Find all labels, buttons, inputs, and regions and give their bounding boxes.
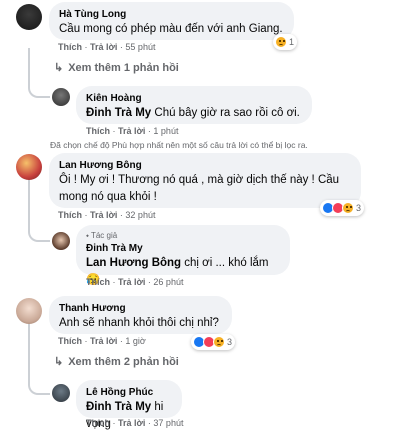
tagged-user[interactable]: Lan Hương Bông — [86, 257, 181, 269]
like-link[interactable]: Thích — [86, 277, 110, 287]
commenter-name[interactable]: Lan Hương Bông — [59, 159, 351, 172]
timestamp[interactable]: 55 phút — [125, 42, 155, 52]
sad-reaction-icon — [342, 202, 354, 214]
timestamp[interactable]: 1 giờ — [125, 336, 145, 346]
author-badge: ⬩ Tác giả — [86, 231, 118, 240]
comment-text: Anh sẽ nhanh khỏi thôi chị nhỉ? — [59, 317, 219, 329]
avatar[interactable] — [16, 298, 42, 324]
reply-actions: Thích · Trả lời · 37 phút — [86, 418, 184, 428]
comment-text: Ôi ! My ơi ! Thương nó quá , mà giờ dịch… — [59, 174, 340, 203]
reply-text: Đinh Trà My Chú bây giờ ra sao rồi cô ơi… — [86, 107, 300, 119]
reply-actions: Thích · Trả lời · 26 phút — [86, 277, 184, 287]
comment-text: Cầu mong có phép màu đến với anh Giang. — [59, 23, 283, 35]
thread-connector — [28, 363, 50, 395]
like-link[interactable]: Thích — [86, 418, 110, 428]
comment-actions: Thích · Trả lời · 1 giờ — [58, 336, 146, 346]
timestamp[interactable]: 32 phút — [125, 210, 155, 220]
reply-link[interactable]: Trả lời — [90, 42, 117, 52]
reply-arrow-icon: ↳ — [54, 62, 64, 74]
avatar[interactable] — [52, 384, 70, 402]
filter-note: Đã chọn chế độ Phù hợp nhất nên một số c… — [50, 140, 308, 150]
like-link[interactable]: Thích — [58, 210, 82, 220]
comment-bubble: Lan Hương Bông Ôi ! My ơi ! Thương nó qu… — [49, 153, 361, 208]
comment-bubble: Thanh Hương Anh sẽ nhanh khỏi thôi chị n… — [49, 296, 232, 334]
reply-link[interactable]: Trả lời — [118, 418, 145, 428]
reply-actions: Thích · Trả lời · 1 phút — [86, 126, 179, 136]
reaction-summary[interactable]: 1 — [273, 34, 298, 50]
thread-line — [28, 323, 30, 363]
author-icon: ⬩ — [86, 231, 89, 240]
sad-reaction-icon — [275, 36, 287, 48]
reaction-count: 3 — [227, 337, 233, 347]
thread-connector — [28, 78, 50, 98]
avatar[interactable] — [52, 232, 70, 250]
comment-actions: Thích · Trả lời · 55 phút — [58, 42, 156, 52]
thread-line — [28, 48, 30, 78]
reply-link[interactable]: Trả lời — [118, 277, 145, 287]
like-link[interactable]: Thích — [58, 336, 82, 346]
comment-actions: Thích · Trả lời · 32 phút — [58, 210, 156, 220]
avatar[interactable] — [16, 154, 42, 180]
reaction-count: 1 — [289, 37, 295, 47]
commenter-name[interactable]: Hà Tùng Long — [59, 8, 284, 21]
reply-link[interactable]: Trả lời — [118, 126, 145, 136]
reply-link[interactable]: Trả lời — [90, 336, 117, 346]
reaction-summary[interactable]: 3 — [320, 200, 365, 216]
commenter-name[interactable]: Lê Hồng Phúc — [86, 386, 172, 399]
reply-arrow-icon: ↳ — [54, 356, 64, 368]
comment-bubble: Hà Tùng Long Cầu mong có phép màu đến vớ… — [49, 2, 294, 40]
reply-bubble: Kiên Hoàng Đinh Trà My Chú bây giờ ra sa… — [76, 86, 312, 124]
reply-link[interactable]: Trả lời — [90, 210, 117, 220]
thread-connector — [28, 222, 50, 242]
timestamp[interactable]: 1 phút — [153, 126, 178, 136]
commenter-name[interactable]: Kiên Hoàng — [86, 92, 302, 105]
sad-reaction-icon — [213, 336, 225, 348]
view-more-replies[interactable]: ↳ Xem thêm 2 phản hồi — [54, 355, 179, 368]
like-link[interactable]: Thích — [58, 42, 82, 52]
timestamp[interactable]: 37 phút — [153, 418, 183, 428]
avatar[interactable] — [16, 4, 42, 30]
reply-bubble: Lê Hồng Phúc Đinh Trà My hi vọng — [76, 380, 182, 430]
thread-line — [28, 178, 30, 223]
view-more-replies[interactable]: ↳ Xem thêm 1 phản hồi — [54, 61, 179, 74]
commenter-name[interactable]: Đinh Trà My — [86, 242, 280, 255]
reaction-count: 3 — [356, 203, 362, 213]
tagged-user[interactable]: Đinh Trà My — [86, 107, 151, 119]
reply-bubble: ⬩ Tác giả Đinh Trà My Lan Hương Bông chị… — [76, 225, 290, 286]
tagged-user[interactable]: Đinh Trà My — [86, 401, 151, 413]
timestamp[interactable]: 26 phút — [153, 277, 183, 287]
like-link[interactable]: Thích — [86, 126, 110, 136]
commenter-name[interactable]: Thanh Hương — [59, 302, 222, 315]
reaction-summary[interactable]: 3 — [191, 334, 236, 350]
avatar[interactable] — [52, 88, 70, 106]
